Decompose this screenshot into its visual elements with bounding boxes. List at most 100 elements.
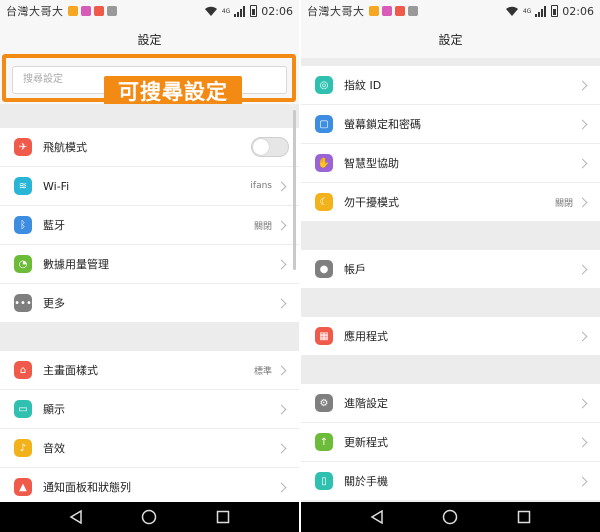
clock: 02:06	[562, 4, 594, 18]
list-item-label: 螢幕鎖定和密碼	[344, 118, 421, 131]
wifi-icon: ≋	[14, 177, 32, 195]
list-item-label: 主畫面樣式	[43, 364, 98, 377]
more-icon: •••	[14, 294, 32, 312]
list-item[interactable]: ᛒ 藍牙 關閉	[0, 206, 299, 245]
list-item[interactable]: ✈ 飛航模式	[0, 128, 299, 167]
data-usage-icon: ◔	[14, 255, 32, 273]
gear-icon: ⚙	[315, 394, 333, 412]
chevron-right-icon	[577, 80, 588, 90]
phone-icon: ▯	[315, 472, 333, 490]
settings-screen-right: 台灣大哥大 4G 02:06 設定 ◎ 指紋 ID ▢ 螢幕鎖定和密碼 ✋ 智慧型協助 ☾ 勿…	[301, 0, 600, 532]
chevron-right-icon	[577, 158, 588, 168]
airplane-mode-toggle[interactable]	[251, 137, 289, 157]
section-divider	[301, 58, 600, 66]
chevron-right-icon	[577, 197, 588, 207]
section-divider	[0, 104, 299, 128]
network-type: 4G	[221, 7, 231, 15]
notification-icon	[67, 6, 78, 16]
notification-icon	[381, 6, 392, 16]
list-item[interactable]: ◎ 指紋 ID	[301, 66, 600, 105]
list-item-label: 更多	[43, 297, 65, 310]
chevron-right-icon	[577, 264, 588, 274]
page-title: 設定	[301, 22, 600, 58]
chevron-right-icon	[276, 181, 287, 191]
network-type: 4G	[522, 7, 532, 15]
home-icon: ⌂	[14, 361, 32, 379]
chevron-right-icon	[577, 119, 588, 129]
list-item[interactable]: ☾ 勿干擾模式 關閉	[301, 183, 600, 222]
status-bar: 台灣大哥大 4G 02:06	[0, 0, 299, 22]
apps-icon: ▦	[315, 327, 333, 345]
list-item[interactable]: ▯ 關於手機	[301, 462, 600, 501]
notification-icon	[93, 6, 104, 16]
list-item[interactable]: ♪ 音效	[0, 429, 299, 468]
update-icon: ↑	[315, 433, 333, 451]
airplane-icon: ✈	[14, 138, 32, 156]
chevron-right-icon	[276, 298, 287, 308]
list-item[interactable]: ✋ 智慧型協助	[301, 144, 600, 183]
fingerprint-icon: ◎	[315, 76, 333, 94]
sound-icon: ♪	[14, 439, 32, 457]
bluetooth-icon: ᛒ	[14, 216, 32, 234]
clock: 02:06	[261, 4, 293, 18]
status-bar: 台灣大哥大 4G 02:06	[301, 0, 600, 22]
list-item[interactable]: ▢ 螢幕鎖定和密碼	[301, 105, 600, 144]
list-item-label: 關於手機	[344, 475, 388, 488]
chevron-right-icon	[276, 404, 287, 414]
notification-icon	[407, 6, 418, 16]
section-divider	[301, 289, 600, 317]
list-item-label: 更新程式	[344, 436, 388, 449]
list-item-label: 通知面板和狀態列	[43, 481, 131, 494]
list-item[interactable]: ≋ Wi-Fi ifans	[0, 167, 299, 206]
account-icon: ●	[315, 260, 333, 278]
carrier-name: 台灣大哥大	[6, 5, 64, 18]
notification-icon	[80, 6, 91, 16]
battery-icon	[551, 5, 559, 17]
list-item-label: 應用程式	[344, 330, 388, 343]
settings-screen-left: 台灣大哥大 4G 02:06 設定 搜尋設定 可搜尋設定 ✈ 飛航模式 ≋ Wi-Fi…	[0, 0, 299, 532]
chevron-right-icon	[276, 482, 287, 492]
hand-icon: ✋	[315, 154, 333, 172]
scrollbar[interactable]	[293, 110, 296, 270]
list-item[interactable]: ● 帳戶	[301, 250, 600, 289]
chevron-right-icon	[276, 443, 287, 453]
list-item[interactable]: ⚙ 進階設定	[301, 384, 600, 423]
recent-apps-icon[interactable]	[216, 510, 230, 524]
notification-icon	[106, 6, 117, 16]
list-item-label: 指紋 ID	[344, 79, 382, 92]
chevron-right-icon	[577, 398, 588, 408]
list-item-label: Wi-Fi	[43, 179, 70, 193]
chevron-right-icon	[276, 220, 287, 230]
list-item-label: 帳戶	[344, 263, 366, 276]
home-icon[interactable]	[442, 509, 458, 525]
page-title: 設定	[0, 22, 299, 58]
navigation-bar	[301, 502, 600, 532]
list-item-label: 音效	[43, 442, 65, 455]
list-item-value: ifans	[250, 181, 272, 191]
notification-icon: ▲	[14, 478, 32, 496]
list-item[interactable]: ▦ 應用程式	[301, 317, 600, 356]
section-divider	[301, 222, 600, 250]
list-item-label: 飛航模式	[43, 141, 87, 154]
chevron-right-icon	[276, 259, 287, 269]
cell-signal-icon	[535, 5, 547, 17]
wifi-signal-icon	[505, 6, 518, 16]
list-item[interactable]: ⌂ 主畫面樣式 標準	[0, 351, 299, 390]
list-item[interactable]: ↑ 更新程式	[301, 423, 600, 462]
back-icon[interactable]	[370, 510, 384, 524]
list-item[interactable]: ••• 更多	[0, 284, 299, 323]
list-item[interactable]: ▭ 顯示	[0, 390, 299, 429]
moon-icon: ☾	[315, 193, 333, 211]
list-item-value: 標準	[253, 366, 272, 377]
back-icon[interactable]	[69, 510, 83, 524]
list-item-value: 關閉	[253, 221, 272, 232]
home-icon[interactable]	[141, 509, 157, 525]
list-item[interactable]: ◔ 數據用量管理	[0, 245, 299, 284]
recent-apps-icon[interactable]	[517, 510, 531, 524]
carrier-name: 台灣大哥大	[307, 5, 365, 18]
chevron-right-icon	[577, 476, 588, 486]
lock-icon: ▢	[315, 115, 333, 133]
list-item-label: 進階設定	[344, 397, 388, 410]
battery-icon	[250, 5, 258, 17]
section-divider	[301, 356, 600, 384]
